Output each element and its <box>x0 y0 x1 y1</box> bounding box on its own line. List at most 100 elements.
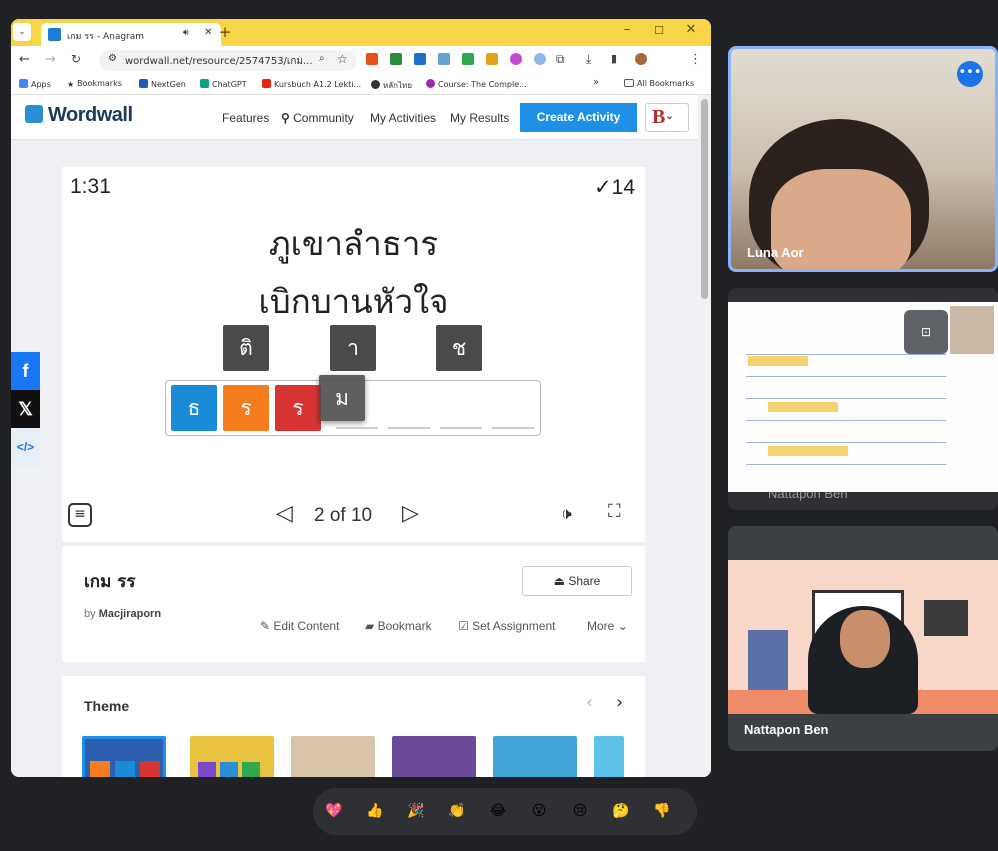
close-window-button[interactable]: ✕ <box>677 22 705 37</box>
participant-tile-screen-share[interactable]: ⊡ Nattapon Ben <box>728 288 998 510</box>
laugh-reaction-icon[interactable]: 😂 <box>485 798 511 824</box>
browser-window: ⌄ เกม รร - Anagram 🔊︎ ✕ + – ☐ ✕ ← → ↻ ⚙ … <box>11 19 711 777</box>
edit-content-button[interactable]: ✎ Edit Content <box>260 619 339 633</box>
extension-icon[interactable] <box>486 53 498 65</box>
extension-icon[interactable] <box>414 53 426 65</box>
all-bookmarks-button[interactable]: All Bookmarks <box>624 79 694 88</box>
forward-icon[interactable]: → <box>45 52 56 67</box>
bookmark-nextgen[interactable]: NextGen <box>139 79 186 89</box>
reload-icon[interactable]: ↻ <box>71 52 81 66</box>
theme-thumbnail-blocks[interactable] <box>190 736 274 777</box>
more-button[interactable]: More ⌄ <box>587 619 628 633</box>
menu-icon[interactable]: ≡ <box>68 503 92 527</box>
new-tab-button[interactable]: + <box>211 23 239 41</box>
more-options-icon[interactable]: ••• <box>957 61 983 87</box>
activity-info-panel: เกม รร by Macjiraporn ⏏ Share ✎ Edit Con… <box>62 546 645 662</box>
extension-icon[interactable] <box>510 53 522 65</box>
zoom-icon[interactable]: ⌕ <box>319 53 325 64</box>
letter-tile[interactable]: ติ <box>223 325 269 371</box>
speaker-icon[interactable]: 🕩︎ <box>561 504 572 524</box>
tab-title: เกม รร - Anagram <box>67 32 145 42</box>
more-bookmarks-button[interactable]: » <box>593 77 599 88</box>
party-reaction-icon[interactable]: 🎉 <box>403 798 429 824</box>
theme-thumbnail-tiles[interactable] <box>493 736 577 777</box>
page-scrollbar[interactable] <box>698 95 711 777</box>
timer: 1:31 <box>70 175 111 198</box>
placed-tile[interactable]: ร <box>275 385 321 431</box>
back-icon[interactable]: ← <box>19 52 30 67</box>
prompt-line-2: เบิกบานหัวใจ <box>258 282 449 321</box>
theme-thumbnail-paper[interactable] <box>291 736 375 777</box>
thumbs-down-reaction-icon[interactable]: 👎 <box>649 798 675 824</box>
download-icon[interactable]: ⤓ <box>586 52 591 67</box>
theme-thumbnail-classic[interactable] <box>82 736 166 777</box>
set-assignment-button[interactable]: ☑ Set Assignment <box>458 619 555 633</box>
author-link[interactable]: Macjiraporn <box>99 608 161 620</box>
bookmark-star-icon[interactable]: ☆ <box>337 52 348 66</box>
fullscreen-icon[interactable]: ⛶ <box>608 501 621 522</box>
participant-face <box>840 610 890 668</box>
nav-features[interactable]: Features <box>222 111 269 125</box>
bookmark-button[interactable]: ▰ Bookmark <box>365 619 432 633</box>
thinking-reaction-icon[interactable]: 🤔 <box>608 798 634 824</box>
facebook-icon[interactable]: f <box>11 352 40 390</box>
x-twitter-icon[interactable]: 𝕏 <box>11 390 40 428</box>
wordwall-logo[interactable]: Wordwall <box>25 104 133 127</box>
theme-thumbnail-library[interactable] <box>392 736 476 777</box>
letter-tile[interactable]: ช <box>436 325 482 371</box>
side-panel-icon[interactable]: ▮ <box>611 52 617 65</box>
extension-icon[interactable] <box>462 53 474 65</box>
nav-community[interactable]: ⚲ Community <box>281 111 354 125</box>
dragging-tile[interactable]: ม <box>319 375 365 421</box>
scrollbar-thumb[interactable] <box>701 99 708 299</box>
theme-prev-icon[interactable]: ‹ <box>586 692 593 713</box>
embed-code-icon[interactable]: </> <box>11 428 40 466</box>
theme-thumbnail-partial[interactable] <box>594 736 624 777</box>
reactions-bar: 💖 👍 🎉 👏 😂 😮 😢 🤔 👎 <box>313 788 697 835</box>
thumbs-up-reaction-icon[interactable]: 👍 <box>362 798 388 824</box>
extension-icon[interactable] <box>366 53 378 65</box>
minimize-button[interactable]: – <box>613 22 641 37</box>
create-activity-button[interactable]: Create Activity <box>520 103 637 132</box>
share-button[interactable]: ⏏ Share <box>522 566 632 596</box>
audio-icon[interactable]: 🔊︎ <box>183 28 189 38</box>
bookmark-apps[interactable]: Apps <box>19 79 51 89</box>
url-input[interactable]: ⚙ wordwall.net/resource/2574753/เกม... ⌕… <box>99 50 357 71</box>
participant-tile-luna[interactable]: ••• Luna Aor <box>728 46 998 272</box>
surprised-reaction-icon[interactable]: 😮 <box>526 798 552 824</box>
maximize-button[interactable]: ☐ <box>645 24 673 37</box>
sad-reaction-icon[interactable]: 😢 <box>567 798 593 824</box>
bookmark-kursbuch[interactable]: Kursbuch A1.2 Lekti... <box>262 79 361 89</box>
theme-next-icon[interactable]: › <box>616 692 623 713</box>
extension-icon[interactable] <box>534 53 546 65</box>
profile-avatar-icon[interactable] <box>635 53 647 65</box>
assignment-icon: ☑ <box>458 619 473 633</box>
next-icon[interactable]: ▷ <box>402 501 419 526</box>
site-info-icon[interactable]: ⚙ <box>108 53 117 64</box>
extensions-puzzle-icon[interactable]: ⧉ <box>556 52 565 67</box>
bookmark-course[interactable]: Course: The Comple... <box>426 79 527 89</box>
pin-icon[interactable]: ⊡ <box>904 310 948 354</box>
placed-tile[interactable]: ร <box>223 385 269 431</box>
participant-name: Nattapon Ben <box>768 486 848 501</box>
browser-tab[interactable]: เกม รร - Anagram 🔊︎ ✕ <box>41 23 221 46</box>
participant-name: Nattapon Ben <box>744 722 829 737</box>
placed-tile[interactable]: ธ <box>171 385 217 431</box>
empty-slot <box>492 427 534 429</box>
extension-icon[interactable] <box>438 53 450 65</box>
tab-search-button[interactable]: ⌄ <box>13 23 31 41</box>
heart-reaction-icon[interactable]: 💖 <box>321 798 347 824</box>
bookmark-chatgpt[interactable]: ChatGPT <box>200 79 247 89</box>
extension-icon[interactable] <box>390 53 402 65</box>
user-menu-button[interactable]: B⌄ <box>645 103 689 132</box>
clap-reaction-icon[interactable]: 👏 <box>444 798 470 824</box>
bookmark-thai[interactable]: หลักไทย <box>371 79 412 92</box>
participant-tile-nattapon[interactable]: Nattapon Ben <box>728 526 998 751</box>
nav-my-results[interactable]: My Results <box>450 111 509 125</box>
previous-icon[interactable]: ◁ <box>276 501 293 526</box>
pencil-icon: ✎ <box>260 619 274 633</box>
bookmark-folder[interactable]: ★ Bookmarks <box>67 79 122 89</box>
menu-kebab-icon[interactable]: ⋮ <box>689 52 702 67</box>
nav-my-activities[interactable]: My Activities <box>370 111 436 125</box>
letter-tile[interactable]: า <box>330 325 376 371</box>
